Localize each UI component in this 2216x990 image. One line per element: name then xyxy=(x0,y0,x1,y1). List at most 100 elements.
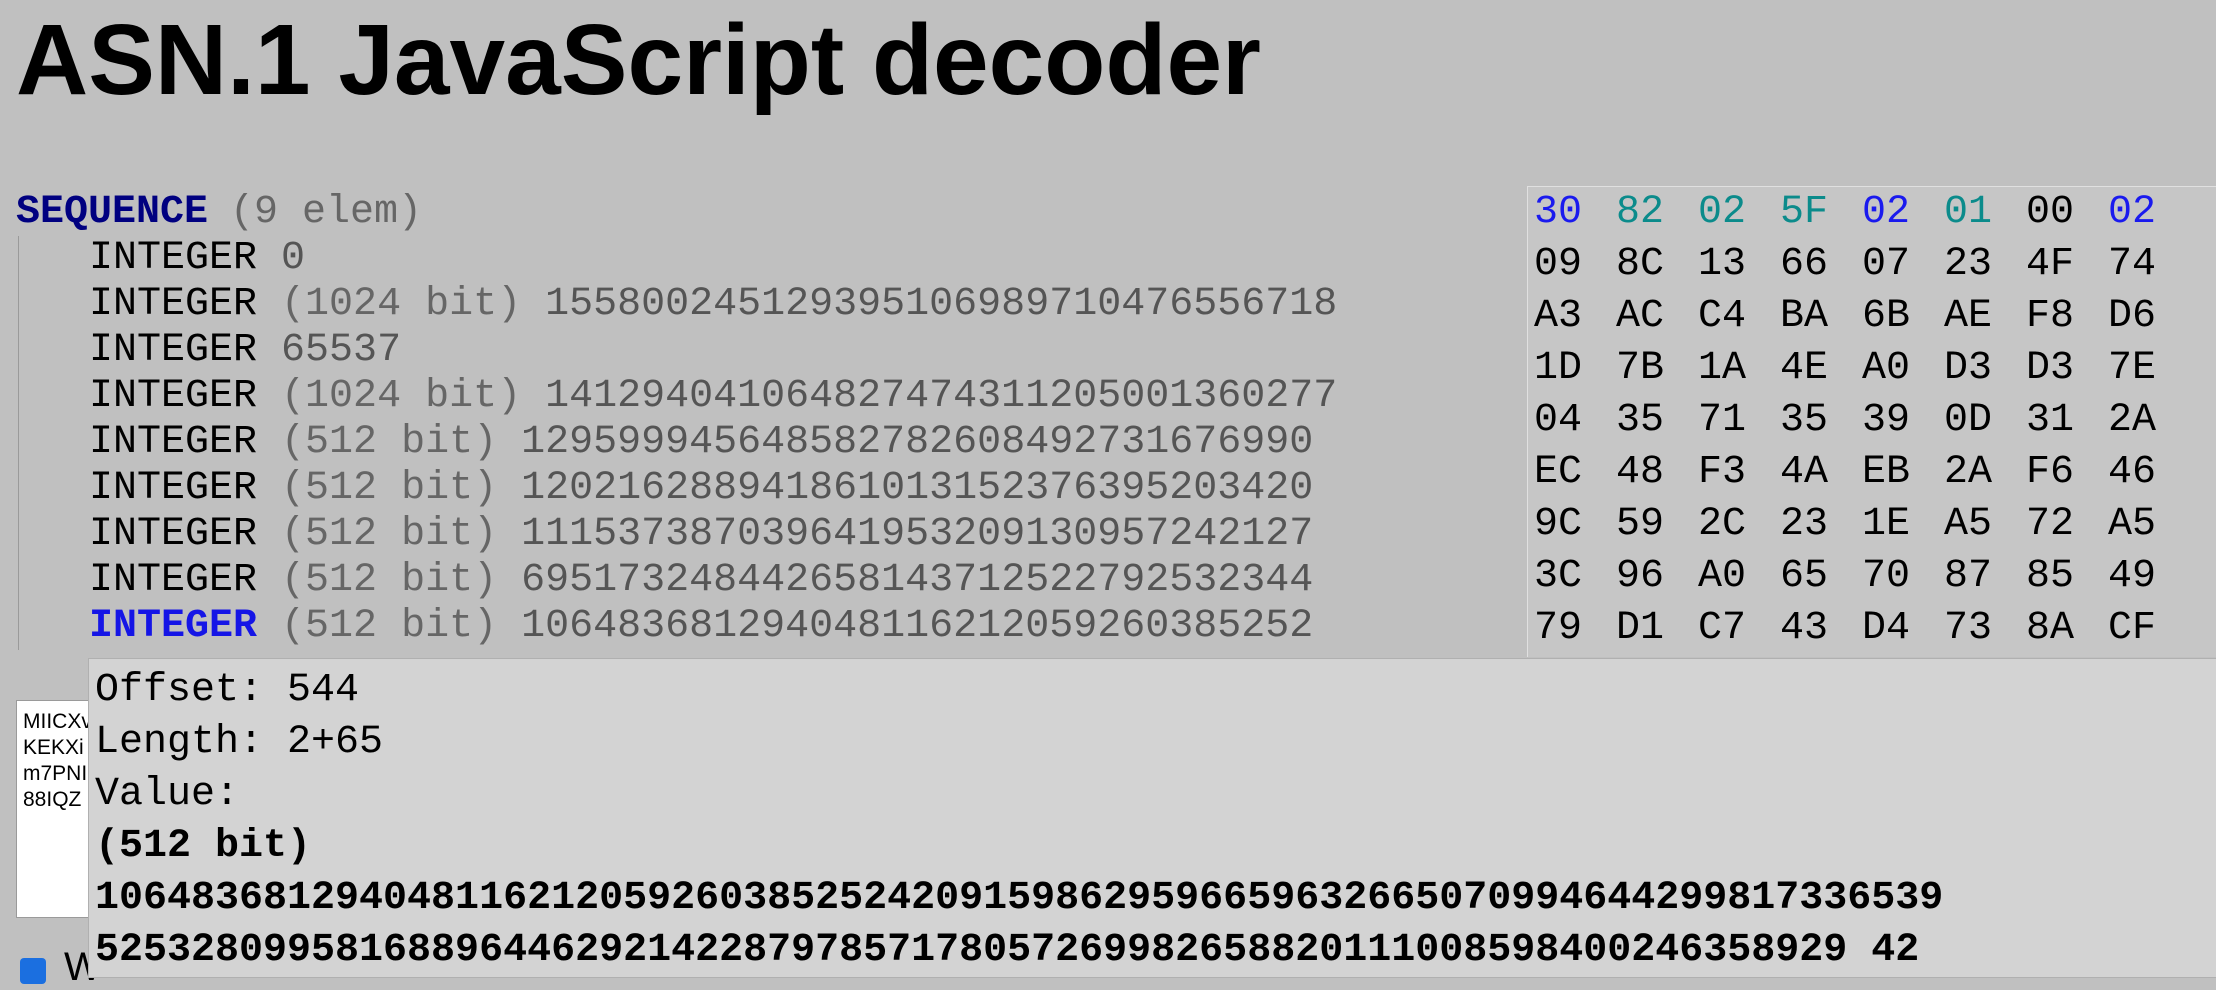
hex-byte[interactable]: EC xyxy=(1534,447,1616,499)
hex-byte[interactable]: 13 xyxy=(1698,239,1780,291)
hex-byte[interactable]: 00 xyxy=(2026,187,2108,239)
hex-byte[interactable]: F6 xyxy=(2026,447,2108,499)
hex-byte[interactable]: 23 xyxy=(1944,239,2026,291)
node-value: 0 xyxy=(281,236,306,281)
hex-byte[interactable]: 65 xyxy=(1780,551,1862,603)
hex-byte[interactable]: 1E xyxy=(1862,499,1944,551)
hex-byte[interactable]: 23 xyxy=(1780,499,1862,551)
hex-byte[interactable]: D3 xyxy=(2026,343,2108,395)
hex-byte[interactable]: EB xyxy=(1862,447,1944,499)
hex-byte[interactable]: 79 xyxy=(1534,603,1616,655)
tree-node-integer[interactable]: INTEGER 0 xyxy=(89,236,1526,282)
hex-byte[interactable]: 4A xyxy=(1780,447,1862,499)
node-length: (512 bit) xyxy=(281,558,498,603)
hex-byte[interactable]: 09 xyxy=(1534,239,1616,291)
node-value: 65537 xyxy=(281,328,402,373)
node-value: 155800245129395106989710476556718 xyxy=(545,282,1338,327)
hex-byte[interactable]: AE xyxy=(1944,291,2026,343)
tree-children: INTEGER 0 INTEGER (1024 bit) 155800245129… xyxy=(18,236,1526,650)
tree-node-integer[interactable]: INTEGER (512 bit) 1115373870396419532091… xyxy=(89,512,1526,558)
hex-byte[interactable]: A5 xyxy=(2108,499,2190,551)
tree-node-integer[interactable]: INTEGER (512 bit) 1064836812940481162120… xyxy=(89,604,1526,650)
hex-byte[interactable]: F3 xyxy=(1698,447,1780,499)
hex-byte[interactable]: CF xyxy=(2108,603,2190,655)
tree-node-integer[interactable]: INTEGER (512 bit) 1295999456485827826084… xyxy=(89,420,1526,466)
hex-byte[interactable]: 0D xyxy=(1944,395,2026,447)
hex-byte[interactable]: 46 xyxy=(2108,447,2190,499)
hex-byte[interactable]: 2A xyxy=(2108,395,2190,447)
hex-byte[interactable]: 39 xyxy=(1862,395,1944,447)
hex-byte[interactable]: 82 xyxy=(1616,187,1698,239)
hex-byte[interactable]: 72 xyxy=(2026,499,2108,551)
hex-byte[interactable]: 31 xyxy=(2026,395,2108,447)
hex-byte[interactable]: 74 xyxy=(2108,239,2190,291)
hex-byte[interactable]: 07 xyxy=(1862,239,1944,291)
hex-byte[interactable]: A5 xyxy=(1944,499,2026,551)
hex-byte[interactable]: 9C xyxy=(1534,499,1616,551)
hex-byte[interactable]: 35 xyxy=(1780,395,1862,447)
hex-byte[interactable]: 1D xyxy=(1534,343,1616,395)
hex-byte[interactable]: 70 xyxy=(1862,551,1944,603)
hex-byte[interactable]: AC xyxy=(1616,291,1698,343)
hex-byte[interactable]: 66 xyxy=(1780,239,1862,291)
hex-byte[interactable]: 43 xyxy=(1780,603,1862,655)
option-checkbox[interactable] xyxy=(20,958,46,984)
hex-byte[interactable]: 1A xyxy=(1698,343,1780,395)
tooltip-value-line-1: 1064836812940481162120592603852524209159… xyxy=(95,876,1944,921)
hex-byte[interactable]: 48 xyxy=(1616,447,1698,499)
asn1-tree: SEQUENCE (9 elem) INTEGER 0 INTEGER (1024 … xyxy=(16,190,1526,650)
tree-node-integer[interactable]: INTEGER (1024 bit) 155800245129395106989… xyxy=(89,282,1526,328)
hex-row: 3C 96 A0 65 70 87 85 49 xyxy=(1528,551,2216,603)
tooltip-length: Length: 2+65 xyxy=(95,720,384,765)
node-value: 141294041064827474311205001360277 xyxy=(545,374,1338,419)
hex-byte[interactable]: 02 xyxy=(2108,187,2190,239)
hex-byte[interactable]: 35 xyxy=(1616,395,1698,447)
hex-byte[interactable]: 02 xyxy=(1698,187,1780,239)
hex-byte[interactable]: 4E xyxy=(1780,343,1862,395)
hex-byte[interactable]: 3C xyxy=(1534,551,1616,603)
hex-byte[interactable]: F8 xyxy=(2026,291,2108,343)
hex-byte[interactable]: 96 xyxy=(1616,551,1698,603)
hex-byte[interactable]: C4 xyxy=(1698,291,1780,343)
hex-byte[interactable]: 7B xyxy=(1616,343,1698,395)
hex-byte[interactable]: D3 xyxy=(1944,343,2026,395)
hex-byte[interactable]: 6B xyxy=(1862,291,1944,343)
hex-byte[interactable]: 73 xyxy=(1944,603,2026,655)
hex-byte[interactable]: 8C xyxy=(1616,239,1698,291)
hex-byte[interactable]: A0 xyxy=(1862,343,1944,395)
tree-node-integer[interactable]: INTEGER (512 bit) 6951732484426581437125… xyxy=(89,558,1526,604)
hex-byte[interactable]: C7 xyxy=(1698,603,1780,655)
hex-byte[interactable]: 85 xyxy=(2026,551,2108,603)
hex-byte[interactable]: 01 xyxy=(1944,187,2026,239)
hex-byte[interactable]: 2A xyxy=(1944,447,2026,499)
hex-byte[interactable]: 59 xyxy=(1616,499,1698,551)
hex-byte[interactable]: 04 xyxy=(1534,395,1616,447)
node-tag: INTEGER xyxy=(89,604,258,649)
hex-dump: 30 82 02 5F 02 01 00 02 09 8C 13 66 07 23 4F 74 A3 AC C4 BA… xyxy=(1527,186,2216,657)
hex-byte[interactable]: D1 xyxy=(1616,603,1698,655)
hex-byte[interactable]: 8A xyxy=(2026,603,2108,655)
tree-node-integer[interactable]: INTEGER (1024 bit) 141294041064827474311… xyxy=(89,374,1526,420)
hex-byte[interactable]: 49 xyxy=(2108,551,2190,603)
hex-byte[interactable]: 71 xyxy=(1698,395,1780,447)
hex-byte[interactable]: 30 xyxy=(1534,187,1616,239)
hex-byte[interactable]: D4 xyxy=(1862,603,1944,655)
hex-byte[interactable]: 2C xyxy=(1698,499,1780,551)
hex-row: EC 48 F3 4A EB 2A F6 46 xyxy=(1528,447,2216,499)
hex-row: 09 8C 13 66 07 23 4F 74 xyxy=(1528,239,2216,291)
tree-node-sequence[interactable]: SEQUENCE (9 elem) xyxy=(16,190,1526,236)
hex-byte[interactable]: 7E xyxy=(2108,343,2190,395)
node-length: (1024 bit) xyxy=(281,374,522,419)
tree-node-integer[interactable]: INTEGER 65537 xyxy=(89,328,1526,374)
hex-byte[interactable]: A3 xyxy=(1534,291,1616,343)
hex-byte[interactable]: D6 xyxy=(2108,291,2190,343)
hex-byte[interactable]: 02 xyxy=(1862,187,1944,239)
hex-byte[interactable]: 4F xyxy=(2026,239,2108,291)
node-value: 695173248442658143712522792532344 xyxy=(521,558,1314,603)
node-value: 120216288941861013152376395203420 xyxy=(521,466,1314,511)
tree-node-integer[interactable]: INTEGER (512 bit) 1202162889418610131523… xyxy=(89,466,1526,512)
hex-byte[interactable]: 87 xyxy=(1944,551,2026,603)
hex-byte[interactable]: BA xyxy=(1780,291,1862,343)
hex-byte[interactable]: A0 xyxy=(1698,551,1780,603)
hex-byte[interactable]: 5F xyxy=(1780,187,1862,239)
